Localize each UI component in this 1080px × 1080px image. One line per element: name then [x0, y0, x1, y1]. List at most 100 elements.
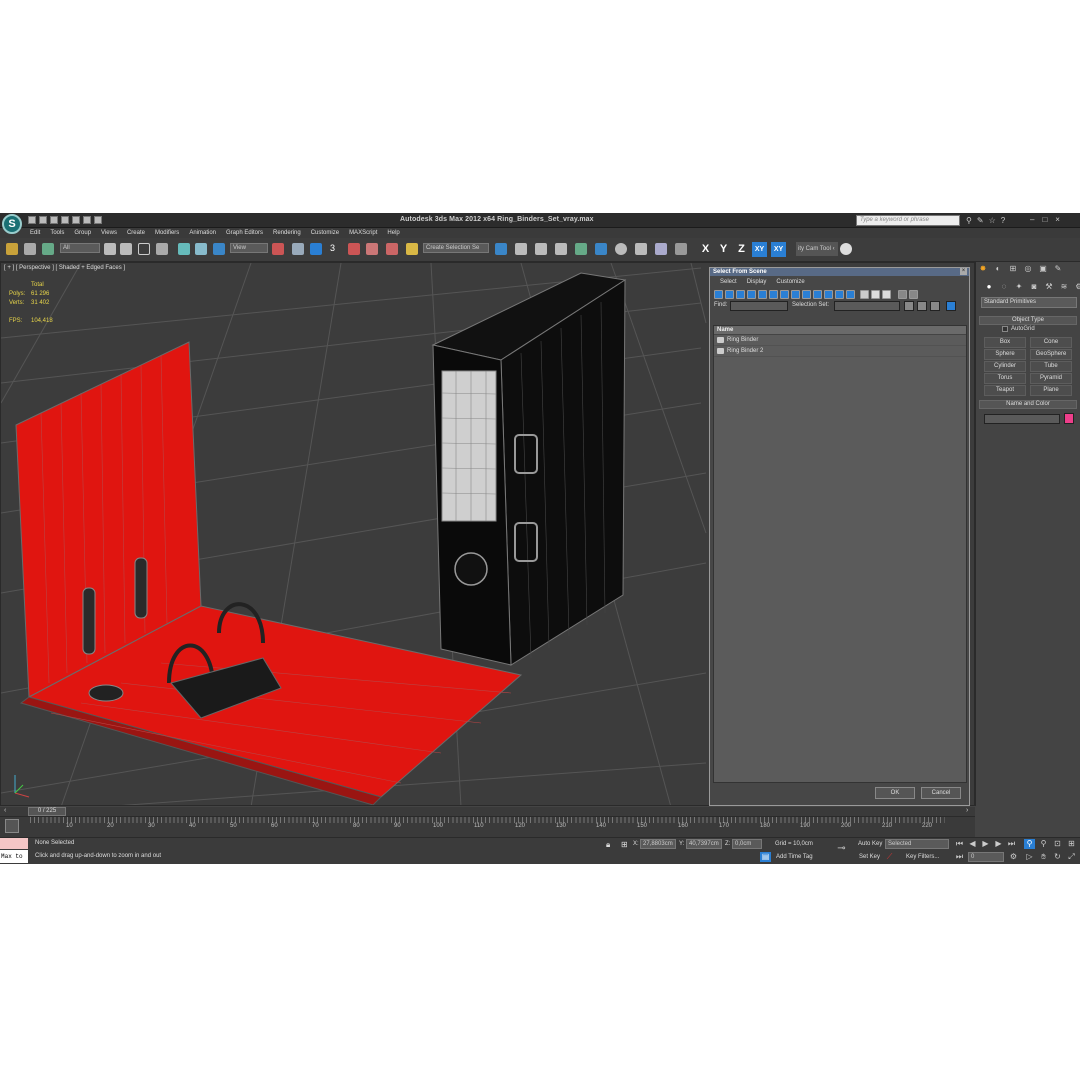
- key-filters-icon[interactable]: ⟋: [884, 852, 895, 862]
- selection-set-button-2[interactable]: [917, 301, 927, 311]
- y-coord-field[interactable]: 40,7397cm: [686, 839, 722, 849]
- pivot-center-icon[interactable]: [272, 243, 284, 255]
- current-frame-field[interactable]: 0: [968, 852, 1004, 862]
- viewport-label[interactable]: [ + ] [ Perspective ] [ Shaded + Edged F…: [4, 265, 125, 271]
- time-slider-thumb[interactable]: 0 / 225: [28, 807, 66, 816]
- maximize-viewport-icon[interactable]: ⤢: [1066, 852, 1077, 862]
- autogrid-checkbox-box[interactable]: [1002, 326, 1008, 332]
- object-name-input[interactable]: [984, 414, 1060, 424]
- rotate-icon[interactable]: [195, 243, 207, 255]
- reference-coordinate-dropdown[interactable]: View: [230, 243, 268, 253]
- favorites-icon[interactable]: ☆: [989, 216, 996, 225]
- lock-selection-icon[interactable]: 🔒︎: [606, 840, 610, 850]
- zoom-extents-all-icon[interactable]: ⊞: [1066, 839, 1077, 849]
- help-search-input[interactable]: Type a keyword or phrase: [856, 215, 960, 226]
- time-slider-next-icon[interactable]: ›: [966, 807, 968, 814]
- redo-icon[interactable]: [72, 216, 80, 224]
- systems-category-icon[interactable]: ⚙: [1074, 282, 1080, 292]
- cameras-category-icon[interactable]: ◙: [1029, 282, 1039, 292]
- cylinder-button[interactable]: Cylinder: [984, 361, 1026, 372]
- selection-set-button-3[interactable]: [930, 301, 940, 311]
- mirror-icon[interactable]: [495, 243, 507, 255]
- next-frame-icon[interactable]: ▶︎: [993, 839, 1004, 849]
- spinner-snap-icon[interactable]: [386, 243, 398, 255]
- geosphere-button[interactable]: GeoSphere: [1030, 349, 1072, 360]
- lights-category-icon[interactable]: ✦: [1014, 282, 1024, 292]
- time-configuration-icon[interactable]: ⚙: [1008, 852, 1019, 862]
- key-mode-toggle-icon[interactable]: ⏭︎: [954, 852, 965, 862]
- play-icon[interactable]: ▶︎: [980, 839, 991, 849]
- set-key-button[interactable]: Set Key: [859, 854, 880, 860]
- help-icon[interactable]: ?: [1001, 216, 1005, 225]
- restrict-plane-cycle-button[interactable]: XY: [771, 242, 786, 257]
- filter-icon[interactable]: [898, 290, 907, 299]
- display-lights-icon[interactable]: [736, 290, 745, 299]
- menu-tools[interactable]: Tools: [50, 228, 64, 238]
- zoom-extents-icon[interactable]: ⊡: [1052, 839, 1063, 849]
- menu-help[interactable]: Help: [387, 228, 399, 238]
- go-to-start-icon[interactable]: ⏮︎: [954, 839, 965, 849]
- close-icon[interactable]: ×: [1055, 215, 1060, 224]
- field-of-view-icon[interactable]: ▷: [1024, 852, 1035, 862]
- display-bones-icon[interactable]: [802, 290, 811, 299]
- sphere-button[interactable]: Sphere: [984, 349, 1026, 360]
- display-geometry-icon[interactable]: [714, 290, 723, 299]
- link-icon[interactable]: [6, 243, 18, 255]
- menu-group[interactable]: Group: [74, 228, 91, 238]
- list-item[interactable]: Ring Binder 2: [714, 346, 966, 357]
- selection-set-dropdown[interactable]: [834, 301, 900, 311]
- edit-named-selection-icon[interactable]: [406, 243, 418, 255]
- cancel-button[interactable]: Cancel: [921, 787, 961, 799]
- select-manipulate-icon[interactable]: [292, 243, 304, 255]
- restrict-y-button[interactable]: Y: [716, 242, 731, 257]
- object-type-rollout[interactable]: Object Type: [979, 316, 1077, 325]
- display-helpers-icon[interactable]: [758, 290, 767, 299]
- list-item[interactable]: Ring Binder: [714, 335, 966, 346]
- maxscript-mini-listener[interactable]: Max to: [0, 850, 28, 863]
- menu-views[interactable]: Views: [101, 228, 117, 238]
- layer-manager-icon[interactable]: [535, 243, 547, 255]
- menu-modifiers[interactable]: Modifiers: [155, 228, 179, 238]
- primitive-type-dropdown[interactable]: Standard Primitives: [981, 297, 1077, 308]
- display-frozen-icon[interactable]: [824, 290, 833, 299]
- select-by-name-icon[interactable]: [120, 243, 132, 255]
- restrict-z-button[interactable]: Z: [734, 242, 749, 257]
- invert-display-icon[interactable]: [871, 290, 880, 299]
- spacewarps-category-icon[interactable]: ≋: [1059, 282, 1069, 292]
- selection-set-button-1[interactable]: [904, 301, 914, 311]
- display-groups-icon[interactable]: [780, 290, 789, 299]
- binoculars-icon[interactable]: ⚲: [966, 216, 972, 225]
- menu-animation[interactable]: Animation: [189, 228, 216, 238]
- display-space-warps-icon[interactable]: [769, 290, 778, 299]
- snap-toggle-icon[interactable]: 3: [330, 243, 342, 255]
- curve-editor-icon[interactable]: [575, 243, 587, 255]
- z-coord-field[interactable]: 0,0cm: [732, 839, 762, 849]
- geometry-category-icon[interactable]: ●: [984, 282, 994, 292]
- camera-tool-dropdown[interactable]: ity Cam Tool ‹: [796, 242, 838, 256]
- select-object-icon[interactable]: [104, 243, 116, 255]
- zoom-icon[interactable]: ⚲: [1024, 839, 1035, 849]
- bind-space-warp-icon[interactable]: [42, 243, 54, 255]
- x-coord-field[interactable]: 27,8803cm: [640, 839, 676, 849]
- scale-icon[interactable]: [213, 243, 225, 255]
- box-button[interactable]: Box: [984, 337, 1026, 348]
- set-key-icon[interactable]: ⊸: [836, 844, 847, 854]
- pyramid-button[interactable]: Pyramid: [1030, 373, 1072, 384]
- named-selection-set-dropdown[interactable]: Create Selection Se: [423, 243, 489, 253]
- cone-button[interactable]: Cone: [1030, 337, 1072, 348]
- absolute-mode-icon[interactable]: ⊞: [621, 840, 628, 849]
- tools-icon[interactable]: ✎: [977, 216, 984, 225]
- find-input[interactable]: [730, 301, 788, 311]
- display-containers-icon[interactable]: [813, 290, 822, 299]
- key-set-dropdown[interactable]: Selected: [885, 839, 949, 849]
- maxscript-listener-top[interactable]: [0, 838, 28, 849]
- previous-frame-icon[interactable]: ◀︎: [967, 839, 978, 849]
- display-shapes-icon[interactable]: [725, 290, 734, 299]
- display-hidden-icon[interactable]: [835, 290, 844, 299]
- menu-create[interactable]: Create: [127, 228, 145, 238]
- menu-graph-editors[interactable]: Graph Editors: [226, 228, 263, 238]
- tube-button[interactable]: Tube: [1030, 361, 1072, 372]
- render-production-icon[interactable]: [675, 243, 687, 255]
- material-editor-icon[interactable]: [615, 243, 627, 255]
- dialog-title[interactable]: Select From Scene: [710, 268, 969, 276]
